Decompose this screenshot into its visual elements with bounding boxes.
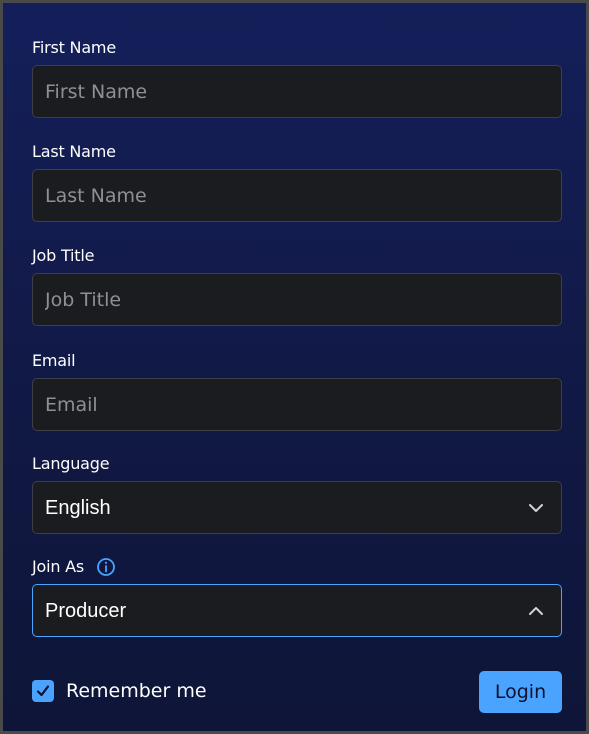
job-title-input[interactable] — [32, 273, 562, 326]
join-as-selected-value: Producer — [45, 600, 127, 622]
first-name-input[interactable] — [32, 65, 562, 118]
chevron-up-icon — [529, 607, 543, 615]
last-name-input[interactable] — [32, 169, 562, 222]
join-as-select[interactable]: Producer — [32, 584, 562, 637]
remember-me-label[interactable]: Remember me — [66, 680, 207, 702]
job-title-label: Job Title — [32, 246, 95, 265]
email-label: Email — [32, 351, 76, 370]
language-select[interactable]: English — [32, 481, 562, 534]
language-selected-value: English — [45, 497, 111, 519]
login-panel: First Name Last Name Job Title Email Lan… — [0, 0, 589, 734]
first-name-label: First Name — [32, 38, 116, 57]
remember-me-checkbox[interactable] — [32, 680, 54, 702]
login-button[interactable]: Login — [479, 671, 562, 713]
last-name-label: Last Name — [32, 142, 116, 161]
form-footer: Remember me Login — [32, 671, 562, 713]
chevron-down-icon — [529, 504, 543, 512]
join-as-label: Join As — [32, 557, 115, 577]
join-as-label-text: Join As — [32, 557, 85, 576]
language-label: Language — [32, 454, 110, 473]
email-input[interactable] — [32, 378, 562, 431]
info-icon[interactable] — [96, 557, 116, 577]
checkmark-icon — [36, 685, 50, 697]
